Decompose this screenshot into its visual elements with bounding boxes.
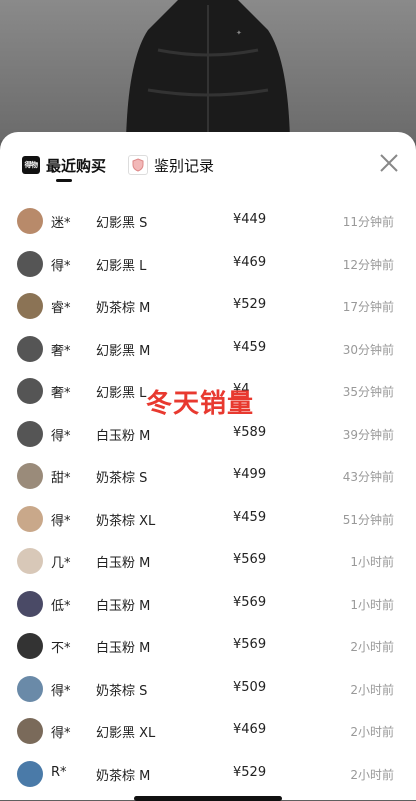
price: ¥459 <box>233 339 267 355</box>
home-indicator <box>134 796 282 801</box>
price: ¥449 <box>233 212 267 227</box>
price: ¥469 <box>233 254 267 270</box>
buyer-name: 迷* <box>51 216 71 231</box>
purchase-time: 12分钟前 <box>342 257 394 272</box>
buyer-name: 得* <box>51 428 71 444</box>
buyer-name: 奢* <box>51 343 71 359</box>
purchase-time: 30分钟前 <box>342 342 394 357</box>
price: ¥469 <box>233 722 267 737</box>
dewu-logo-icon: 得物 <box>22 156 40 174</box>
overlay-caption: 冬天销量 <box>146 389 255 419</box>
purchase-row: 不* 白玉粉 M ¥569 2小时前 <box>0 625 416 667</box>
product-variant: 幻影黑 M <box>96 343 151 359</box>
price: ¥569 <box>233 594 267 610</box>
purchase-time: 43分钟前 <box>342 470 394 484</box>
tab-verify-records[interactable]: 鉴别记录 <box>128 152 214 178</box>
purchase-row: R* 奶茶棕 M ¥529 2小时前 <box>0 753 416 795</box>
avatar <box>17 548 43 574</box>
avatar <box>17 590 43 617</box>
tab-bar: 得物 最近购买 鉴别记录 <box>0 132 416 196</box>
product-image-backdrop: ✦ <box>0 0 416 140</box>
product-variant: 奶茶棕 S <box>96 471 148 486</box>
active-tab-indicator <box>56 179 72 182</box>
avatar <box>17 293 43 319</box>
avatar <box>17 718 43 744</box>
price: ¥569 <box>233 637 267 652</box>
buyer-name: 甜* <box>51 471 71 486</box>
product-variant: 幻影黑 XL <box>96 726 156 741</box>
product-variant: 白玉粉 M <box>96 641 151 656</box>
buyer-name: 不* <box>51 641 71 656</box>
price: ¥499 <box>233 467 267 482</box>
purchase-row: 几* 白玉粉 M ¥569 1小时前 <box>0 540 416 582</box>
product-variant: 奶茶棕 M <box>96 768 151 784</box>
buyer-name: 得* <box>51 258 71 274</box>
purchase-row: 甜* 奶茶棕 S ¥499 43分钟前 <box>0 455 416 497</box>
purchase-row: 睿* 奶茶棕 M ¥529 17分钟前 <box>0 285 416 327</box>
tab-recent-purchases[interactable]: 得物 最近购买 <box>22 152 106 178</box>
purchase-time: 11分钟前 <box>342 215 394 229</box>
price: ¥459 <box>233 509 267 525</box>
avatar <box>17 208 43 234</box>
product-variant: 奶茶棕 XL <box>96 513 156 529</box>
buyer-name: R* <box>51 764 67 780</box>
puffer-jacket-image: ✦ <box>126 0 290 140</box>
product-variant: 白玉粉 M <box>96 556 151 571</box>
avatar <box>17 250 43 277</box>
purchase-row: 低* 白玉粉 M ¥569 1小时前 <box>0 583 416 625</box>
purchase-history-sheet: 得物 最近购买 鉴别记录 迷* 幻影黑 S ¥449 11分钟前得* 幻影黑 L ¥469… <box>0 132 416 800</box>
buyer-name: 得* <box>51 513 71 529</box>
avatar <box>17 675 43 702</box>
purchase-time: 2小时前 <box>350 767 394 782</box>
tab-label: 最近购买 <box>46 156 107 175</box>
purchase-row: 奢* 幻影黑 M ¥459 30分钟前 <box>0 328 416 370</box>
close-icon[interactable] <box>378 152 400 174</box>
purchase-row: 迷* 幻影黑 S ¥449 11分钟前 <box>0 200 416 242</box>
avatar <box>17 633 43 659</box>
purchase-time: 1小时前 <box>350 597 394 612</box>
avatar <box>17 378 43 404</box>
buyer-name: 低* <box>51 598 71 614</box>
purchase-time: 2小时前 <box>350 640 394 654</box>
avatar <box>17 420 43 447</box>
avatar <box>17 463 43 489</box>
product-variant: 奶茶棕 M <box>96 301 151 316</box>
svg-text:✦: ✦ <box>236 29 242 37</box>
price: ¥589 <box>233 424 267 440</box>
purchase-row: 得* 奶茶棕 S ¥509 2小时前 <box>0 668 416 710</box>
purchase-row: 得* 幻影黑 L ¥469 12分钟前 <box>0 243 416 285</box>
purchase-time: 39分钟前 <box>342 427 394 442</box>
product-variant: 白玉粉 M <box>96 598 151 614</box>
purchase-time: 2小时前 <box>350 725 394 739</box>
product-variant: 白玉粉 M <box>96 428 151 444</box>
purchase-time: 35分钟前 <box>342 385 394 399</box>
product-variant: 奶茶棕 S <box>96 683 148 699</box>
avatar <box>17 505 43 532</box>
purchase-time: 51分钟前 <box>342 512 394 527</box>
product-variant: 幻影黑 L <box>96 386 147 401</box>
buyer-name: 睿* <box>51 301 71 316</box>
product-variant: 幻影黑 S <box>96 216 148 231</box>
buyer-name: 几* <box>51 556 71 571</box>
verify-shield-icon <box>128 155 148 175</box>
avatar <box>17 760 43 787</box>
product-variant: 幻影黑 L <box>96 258 147 274</box>
purchase-row: 得* 奶茶棕 XL ¥459 51分钟前 <box>0 498 416 540</box>
buyer-name: 得* <box>51 683 71 699</box>
tab-label: 鉴别记录 <box>154 156 215 175</box>
price: ¥529 <box>233 764 267 780</box>
buyer-name: 奢* <box>51 386 71 401</box>
price: ¥569 <box>233 552 267 567</box>
avatar <box>17 335 43 362</box>
price: ¥529 <box>233 297 267 312</box>
buyer-name: 得* <box>51 726 71 741</box>
purchase-time: 1小时前 <box>350 555 394 569</box>
purchase-time: 2小时前 <box>350 682 394 697</box>
purchase-row: 得* 幻影黑 XL ¥469 2小时前 <box>0 710 416 752</box>
price: ¥509 <box>233 679 267 695</box>
purchase-time: 17分钟前 <box>342 300 394 314</box>
